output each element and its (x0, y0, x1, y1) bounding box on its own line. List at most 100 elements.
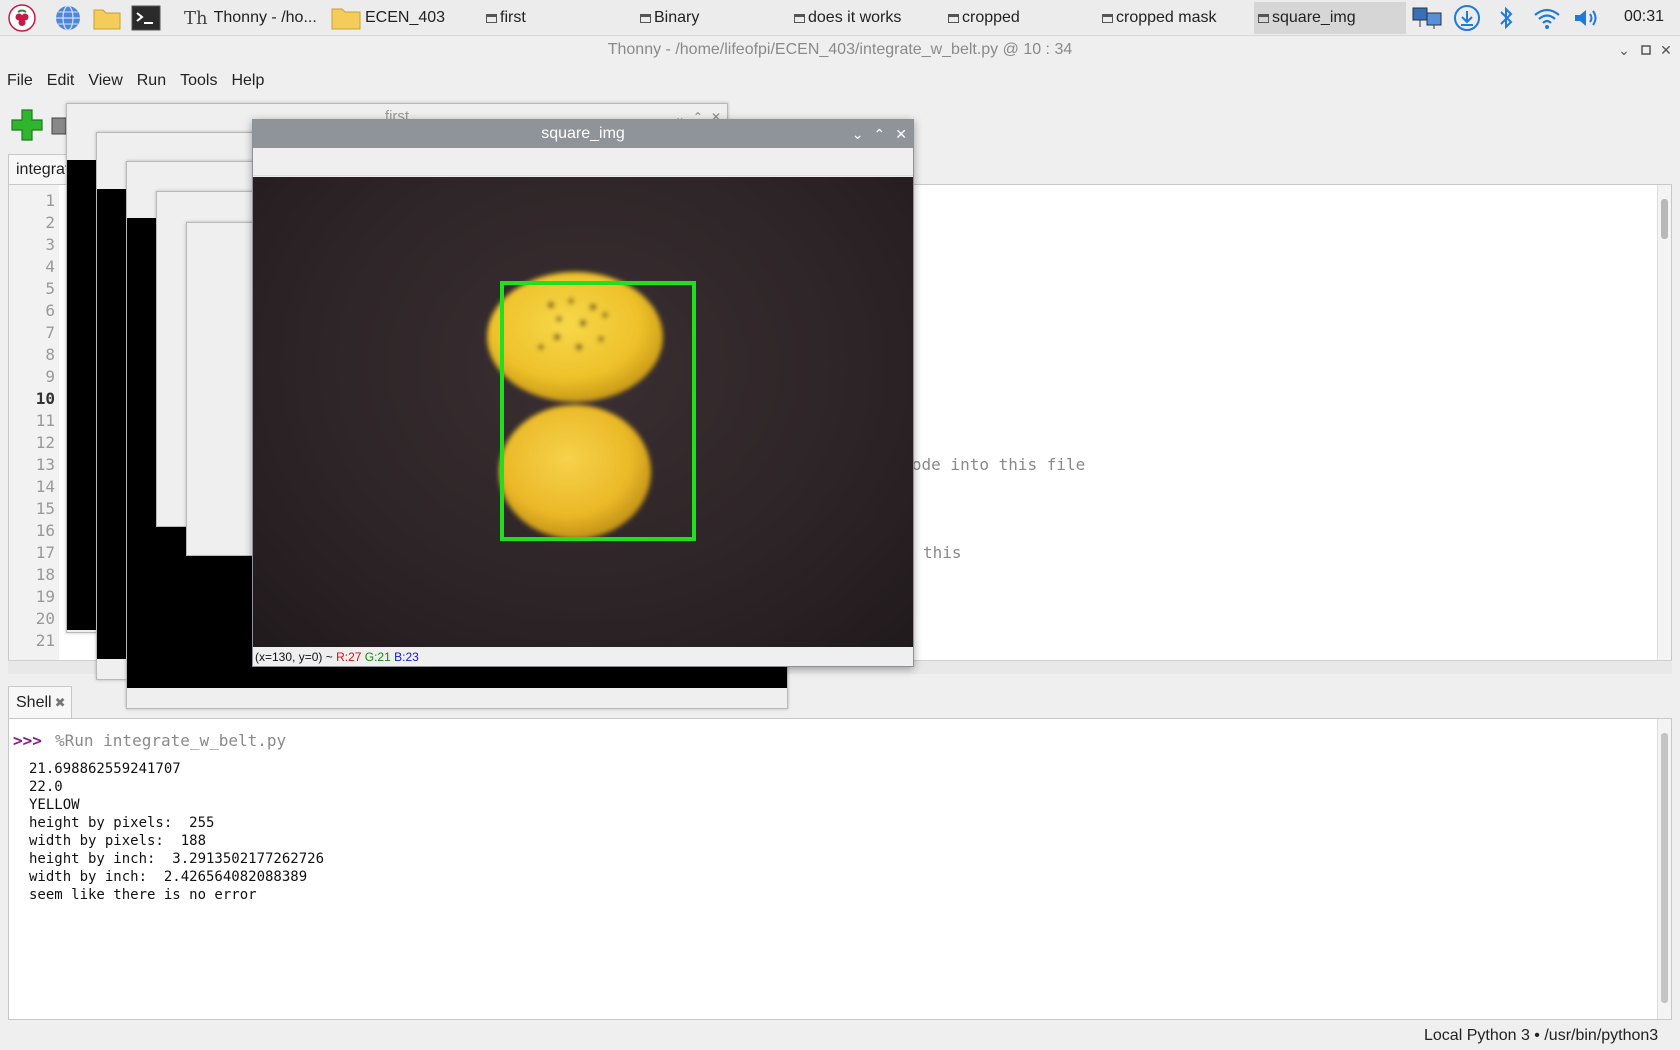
code-fragment: this (923, 543, 962, 562)
shell-tab-label: Shell (16, 693, 52, 711)
scrollbar-thumb[interactable] (1661, 199, 1668, 239)
line-number: 2 (45, 213, 55, 232)
menu-file[interactable]: File (0, 68, 40, 96)
volume-tray[interactable] (1570, 4, 1604, 32)
bluetooth-icon (1500, 6, 1513, 30)
line-number-current: 10 (35, 389, 55, 408)
task-label: Thonny - /ho... (213, 9, 317, 26)
interpreter-status[interactable]: Local Python 3 • /usr/bin/python3 (1424, 1027, 1658, 1045)
line-number: 6 (45, 301, 55, 320)
line-number: 13 (35, 455, 55, 474)
shell-output-line: height by pixels: 255 (29, 815, 215, 831)
file-manager-launcher[interactable] (92, 4, 122, 32)
maximize-icon[interactable]: ⌃ (874, 126, 886, 143)
raspberry-menu-button[interactable] (7, 4, 37, 32)
shell-output-line: height by inch: 3.2913502177262726 (29, 851, 325, 867)
menu-view[interactable]: View (81, 68, 129, 96)
task-label: ECEN_403 (365, 9, 446, 26)
close-icon: ✕ (1660, 41, 1672, 58)
wifi-icon (1534, 8, 1560, 29)
folder-icon (93, 9, 121, 30)
image-window-square-img[interactable]: square_img ⌄ ⌃ ✕ (x=130, y=0) ~ R:27 G:2… (252, 119, 914, 667)
network-monitor-tray[interactable] (1410, 4, 1446, 32)
task-first[interactable]: first (486, 2, 636, 34)
menu-tools[interactable]: Tools (173, 68, 224, 96)
thonny-close-button[interactable]: ✕ (1656, 36, 1676, 64)
shell-vertical-scrollbar[interactable] (1657, 719, 1671, 1019)
scrollbar-thumb[interactable] (1661, 733, 1668, 1003)
status-bar: Local Python 3 • /usr/bin/python3 (0, 1024, 1680, 1050)
task-label: cropped mask (1116, 9, 1217, 26)
line-number: 18 (35, 565, 55, 584)
terminal-icon (131, 5, 161, 31)
line-number: 3 (45, 235, 55, 254)
thonny-maximize-button[interactable] (1636, 36, 1656, 64)
line-number-gutter: 1 2 3 4 5 6 7 8 9 10 11 12 13 14 15 16 1… (9, 185, 59, 667)
globe-icon (56, 5, 80, 31)
new-file-button[interactable] (10, 108, 44, 142)
window-icon (948, 13, 959, 23)
minimize-icon[interactable]: ⌄ (852, 126, 864, 143)
task-ecen-403[interactable]: ECEN_403 (330, 2, 480, 34)
shell-tab[interactable]: Shell ✖ (8, 686, 72, 718)
shell-output-line: width by inch: 2.426564082088389 (29, 869, 308, 885)
task-label: first (500, 9, 526, 26)
task-label: does it works (808, 9, 902, 26)
shell-prompt: >>> (13, 731, 42, 750)
line-number: 7 (45, 323, 55, 342)
updates-tray[interactable] (1450, 4, 1484, 32)
line-number: 4 (45, 257, 55, 276)
close-icon[interactable]: ✕ (895, 126, 907, 143)
task-thonny[interactable]: Th Thonny - /ho... (180, 2, 326, 34)
shell-output-line: seem like there is no error (29, 887, 257, 903)
open-file-button[interactable] (50, 110, 67, 140)
line-number: 9 (45, 367, 55, 386)
line-number: 12 (35, 433, 55, 452)
pixel-info-status: (x=130, y=0) ~ R:27 G:21 B:23 (255, 650, 419, 664)
line-number: 14 (35, 477, 55, 496)
thonny-minimize-button[interactable]: ⌄ (1614, 36, 1634, 64)
window-title: square_img (253, 120, 913, 148)
line-number: 16 (35, 521, 55, 540)
camera-image[interactable] (253, 177, 913, 647)
wifi-tray[interactable] (1530, 4, 1564, 32)
menu-help[interactable]: Help (224, 68, 271, 96)
bluetooth-tray[interactable] (1492, 4, 1520, 32)
line-number: 19 (35, 587, 55, 606)
window-toolbar-strip (253, 148, 913, 176)
task-square-img[interactable]: square_img (1254, 2, 1406, 34)
close-tab-icon[interactable]: ✖ (55, 695, 66, 711)
clock[interactable]: 00:31 (1624, 8, 1664, 26)
line-number: 21 (35, 631, 55, 650)
task-cropped[interactable]: cropped (948, 2, 1098, 34)
thonny-window-title: Thonny - /home/lifeofpi/ECEN_403/integra… (607, 41, 1073, 58)
menu-edit[interactable]: Edit (40, 68, 82, 96)
line-number: 1 (45, 191, 55, 210)
task-cropped-mask[interactable]: cropped mask (1102, 2, 1252, 34)
shell-command: %Run integrate_w_belt.py (55, 731, 287, 750)
window-controls: ⌄ ⌃ ✕ (852, 120, 907, 148)
network-monitor-icon (1412, 7, 1442, 29)
menu-run[interactable]: Run (130, 68, 173, 96)
editor-vertical-scrollbar[interactable] (1657, 185, 1671, 667)
task-label: square_img (1272, 9, 1356, 26)
shell-output-line: width by pixels: 188 (29, 833, 207, 849)
browser-launcher[interactable] (53, 4, 83, 32)
line-number: 17 (35, 543, 55, 562)
pixel-red-value: R:27 (336, 650, 362, 664)
task-does-it-works[interactable]: does it works (794, 2, 944, 34)
terminal-launcher[interactable] (131, 4, 161, 32)
line-number: 8 (45, 345, 55, 364)
pixel-green-value: G:21 (364, 650, 391, 664)
maximize-icon (1641, 45, 1651, 55)
pixel-blue-value: B:23 (394, 650, 419, 664)
menubar: File Edit View Run Tools Help (0, 68, 271, 96)
shell-output-line: 22.0 (29, 779, 63, 795)
shell-console[interactable]: >>> %Run integrate_w_belt.py 21.69886255… (8, 718, 1672, 1020)
editor-tab[interactable]: integrate_w_belt.py (8, 154, 70, 184)
volume-icon (1575, 10, 1597, 26)
task-binary[interactable]: Binary (640, 2, 790, 34)
line-number: 15 (35, 499, 55, 518)
window-status-strip (127, 688, 787, 708)
window-icon (486, 13, 497, 23)
